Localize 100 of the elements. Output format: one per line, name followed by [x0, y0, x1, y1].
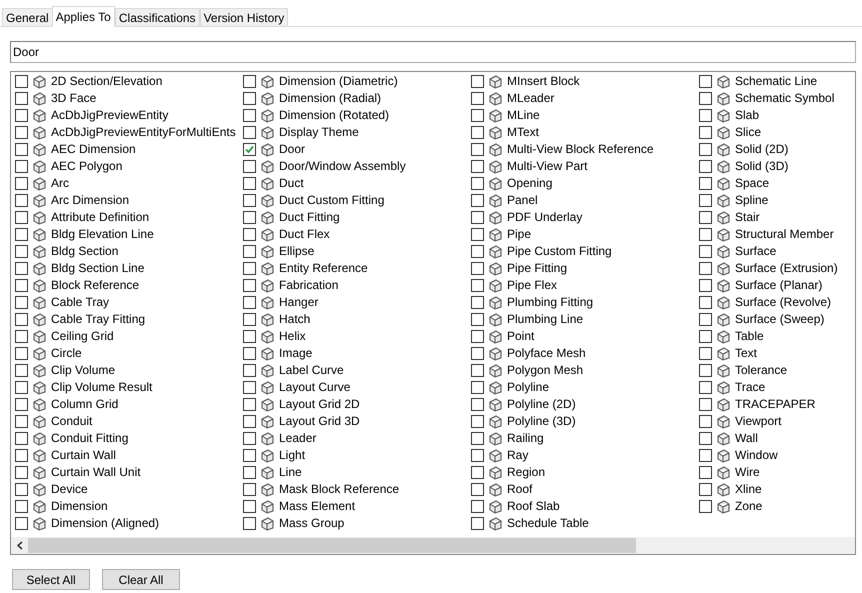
checkbox[interactable]: [699, 432, 712, 445]
checkbox[interactable]: [243, 517, 256, 530]
filter-field[interactable]: Door: [10, 41, 856, 63]
checkbox[interactable]: [699, 194, 712, 207]
checkbox[interactable]: [243, 483, 256, 496]
checkbox[interactable]: [243, 194, 256, 207]
checkbox[interactable]: [471, 211, 484, 224]
checkbox[interactable]: [15, 347, 28, 360]
checkbox[interactable]: [15, 245, 28, 258]
checkbox[interactable]: [15, 296, 28, 309]
checkbox[interactable]: [471, 245, 484, 258]
checkbox[interactable]: [699, 245, 712, 258]
checkbox[interactable]: [699, 160, 712, 173]
checkbox[interactable]: [471, 194, 484, 207]
checkbox[interactable]: [699, 92, 712, 105]
checkbox[interactable]: [243, 228, 256, 241]
tab[interactable]: Applies To: [52, 6, 115, 27]
checkbox[interactable]: [15, 211, 28, 224]
checkbox[interactable]: [243, 449, 256, 462]
checkbox[interactable]: [471, 347, 484, 360]
checkbox[interactable]: [15, 517, 28, 530]
checkbox[interactable]: [471, 466, 484, 479]
checkbox[interactable]: [471, 500, 484, 513]
checkbox[interactable]: [243, 432, 256, 445]
checkbox[interactable]: [15, 398, 28, 411]
checkbox[interactable]: [243, 313, 256, 326]
checkbox[interactable]: [243, 415, 256, 428]
checkbox[interactable]: [699, 449, 712, 462]
checkbox[interactable]: [471, 296, 484, 309]
checkbox[interactable]: [243, 296, 256, 309]
checkbox[interactable]: [15, 262, 28, 275]
checkbox[interactable]: [15, 381, 28, 394]
tab[interactable]: General: [2, 8, 53, 26]
scrollbar-thumb[interactable]: [28, 538, 636, 553]
checkbox[interactable]: [15, 126, 28, 139]
checkbox[interactable]: [243, 211, 256, 224]
checkbox[interactable]: [699, 381, 712, 394]
checkbox[interactable]: [15, 194, 28, 207]
checkbox[interactable]: [699, 143, 712, 156]
checkbox[interactable]: [15, 143, 28, 156]
checkbox[interactable]: [243, 364, 256, 377]
checkbox[interactable]: [471, 313, 484, 326]
checkbox[interactable]: [15, 364, 28, 377]
checkbox[interactable]: [471, 330, 484, 343]
checkbox[interactable]: [699, 177, 712, 190]
checkbox[interactable]: [243, 143, 256, 156]
checkbox[interactable]: [15, 160, 28, 173]
checkbox[interactable]: [699, 228, 712, 241]
action-button[interactable]: Select All: [12, 569, 90, 590]
checkbox[interactable]: [471, 109, 484, 122]
checkbox[interactable]: [471, 143, 484, 156]
checkbox[interactable]: [243, 398, 256, 411]
checkbox[interactable]: [471, 75, 484, 88]
checkbox[interactable]: [471, 449, 484, 462]
checkbox[interactable]: [471, 126, 484, 139]
action-button[interactable]: Clear All: [102, 569, 180, 590]
checkbox[interactable]: [471, 262, 484, 275]
checkbox[interactable]: [243, 279, 256, 292]
checkbox[interactable]: [243, 177, 256, 190]
checkbox[interactable]: [471, 398, 484, 411]
checkbox[interactable]: [699, 109, 712, 122]
checkbox[interactable]: [243, 245, 256, 258]
checkbox[interactable]: [15, 449, 28, 462]
checkbox[interactable]: [243, 160, 256, 173]
checkbox[interactable]: [243, 126, 256, 139]
checkbox[interactable]: [15, 177, 28, 190]
tab[interactable]: Version History: [200, 8, 288, 26]
checkbox[interactable]: [15, 415, 28, 428]
checkbox[interactable]: [699, 296, 712, 309]
checkbox[interactable]: [471, 160, 484, 173]
checkbox[interactable]: [471, 228, 484, 241]
checkbox[interactable]: [243, 109, 256, 122]
checkbox[interactable]: [699, 500, 712, 513]
checkbox[interactable]: [699, 126, 712, 139]
checkbox[interactable]: [471, 483, 484, 496]
checkbox[interactable]: [699, 330, 712, 343]
checkbox[interactable]: [15, 279, 28, 292]
checkbox[interactable]: [15, 483, 28, 496]
checkbox[interactable]: [15, 92, 28, 105]
checkbox[interactable]: [471, 92, 484, 105]
checkbox[interactable]: [699, 211, 712, 224]
horizontal-scrollbar[interactable]: [11, 537, 855, 554]
checkbox[interactable]: [699, 398, 712, 411]
checkbox[interactable]: [699, 364, 712, 377]
checkbox[interactable]: [15, 500, 28, 513]
checkbox[interactable]: [699, 262, 712, 275]
checkbox[interactable]: [15, 228, 28, 241]
checkbox[interactable]: [15, 330, 28, 343]
checkbox[interactable]: [699, 75, 712, 88]
checkbox[interactable]: [243, 92, 256, 105]
checkbox[interactable]: [243, 330, 256, 343]
checkbox[interactable]: [471, 432, 484, 445]
checkbox[interactable]: [15, 313, 28, 326]
checkbox[interactable]: [243, 500, 256, 513]
checkbox[interactable]: [15, 109, 28, 122]
checkbox[interactable]: [15, 75, 28, 88]
checkbox[interactable]: [699, 279, 712, 292]
checkbox[interactable]: [471, 415, 484, 428]
checkbox[interactable]: [471, 279, 484, 292]
checkbox[interactable]: [699, 415, 712, 428]
